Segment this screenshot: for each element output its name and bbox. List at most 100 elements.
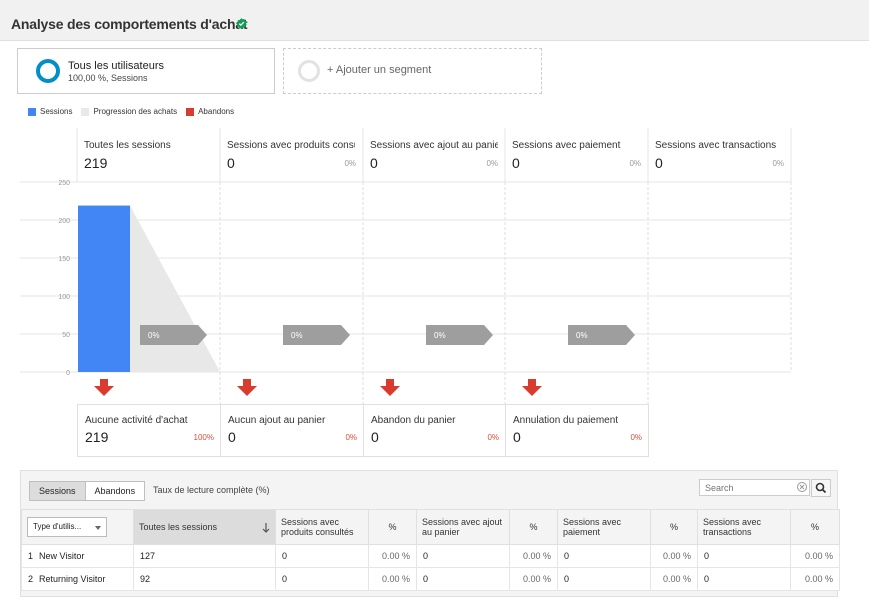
- sessions-bar: [78, 205, 130, 372]
- dropoff-pct: 100%: [193, 433, 214, 442]
- dropoff-count: 0: [228, 429, 236, 445]
- stage-header-add-to-cart[interactable]: Sessions avec ajout au panier 0 0%: [363, 128, 505, 182]
- y-tick-label: 150: [58, 256, 70, 263]
- dropoff-down-arrow-icon: [522, 379, 542, 396]
- cell: 0: [697, 544, 791, 568]
- cell: 0: [416, 544, 510, 568]
- completion-rate-link[interactable]: Taux de lecture complète (%): [153, 485, 270, 495]
- stage-header-all-sessions[interactable]: Toutes les sessions 219: [77, 128, 220, 182]
- legend-item-abandons: Abandons: [186, 107, 234, 116]
- column-header-add-to-cart[interactable]: Sessions avec ajout au panier: [416, 509, 510, 545]
- column-header-all-sessions[interactable]: Toutes les sessions: [133, 509, 276, 545]
- y-tick-label: 100: [58, 294, 70, 301]
- segment-card-all-users[interactable]: Tous les utilisateurs 100,00 %, Sessions: [17, 48, 275, 94]
- dimension-select[interactable]: Type d'utilis...: [27, 517, 107, 537]
- stage-pct: 0%: [344, 159, 356, 168]
- cell-pct: 0.00 %: [509, 544, 558, 568]
- dimension-select-label: Type d'utilis...: [33, 522, 82, 531]
- add-segment-button[interactable]: + Ajouter un segment: [283, 48, 542, 94]
- cell-pct: 0.00 %: [790, 567, 840, 591]
- cell: 0: [416, 567, 510, 591]
- row-index: 2: [28, 574, 34, 584]
- table-search-input[interactable]: [699, 479, 810, 496]
- stage-title: Sessions avec ajout au panier: [370, 140, 498, 151]
- shopping-funnel-chart: 0 50 100 150 200 250 0% 0% 0% 0% Toutes les sessi…: [20, 128, 869, 458]
- cell: 0: [275, 567, 369, 591]
- search-button[interactable]: [811, 479, 831, 497]
- column-header-pct[interactable]: %: [650, 509, 698, 545]
- conversion-arrow-label: 0%: [291, 331, 303, 340]
- stage-title: Sessions avec produits consultés: [227, 140, 355, 151]
- stage-header-transactions[interactable]: Sessions avec transactions 0 0%: [648, 128, 791, 182]
- dropoff-cart-abandonment[interactable]: Abandon du panier 0 0%: [363, 404, 505, 456]
- conversion-arrow-label: 0%: [576, 331, 588, 340]
- y-tick-label: 200: [58, 218, 70, 225]
- stage-count: 0: [655, 155, 663, 171]
- chart-legend: Sessions Progression des achats Abandons: [28, 107, 243, 116]
- column-header-checkout[interactable]: Sessions avec paiement: [557, 509, 651, 545]
- conversion-arrow-label: 0%: [434, 331, 446, 340]
- dropoff-no-shopping-activity[interactable]: Aucune activité d'achat 219 100%: [77, 404, 220, 456]
- stage-count: 0: [512, 155, 520, 171]
- cell: 0: [557, 567, 651, 591]
- column-header-product-views[interactable]: Sessions avec produits consultés: [275, 509, 369, 545]
- stage-header-product-views[interactable]: Sessions avec produits consultés 0 0%: [220, 128, 363, 182]
- tab-abandons[interactable]: Abandons: [85, 481, 146, 501]
- dropoff-title: Aucun ajout au panier: [228, 415, 326, 426]
- cell: 92: [133, 567, 276, 591]
- row-label[interactable]: Returning Visitor: [39, 574, 105, 584]
- cell: 0: [697, 567, 791, 591]
- add-segment-label: + Ajouter un segment: [327, 64, 432, 76]
- legend-swatch: [28, 107, 36, 116]
- segment-name: Tous les utilisateurs: [68, 60, 164, 72]
- page-title: Analyse des comportements d'achat: [11, 16, 248, 32]
- stage-pct: 0%: [486, 159, 498, 168]
- legend-item-progression: Progression des achats: [81, 107, 177, 116]
- dropoff-down-arrow-icon: [94, 379, 114, 396]
- column-label: Toutes les sessions: [139, 521, 218, 532]
- cell-pct: 0.00 %: [790, 544, 840, 568]
- progression-area: [130, 205, 220, 372]
- table-row: 2 Returning Visitor 92 0 0.00 % 0 0.00 % …: [21, 567, 840, 591]
- dropoff-pct: 0%: [487, 433, 499, 442]
- dropoff-down-arrow-icon: [380, 379, 400, 396]
- cell: 0: [275, 544, 369, 568]
- column-header-pct[interactable]: %: [790, 509, 840, 545]
- stage-title: Sessions avec paiement: [512, 140, 621, 151]
- empty-segment-icon: [298, 60, 320, 82]
- legend-label: Progression des achats: [93, 107, 178, 116]
- sort-arrow-down-icon: [262, 522, 270, 533]
- cell-pct: 0.00 %: [650, 567, 698, 591]
- row-dimension-cell[interactable]: 1 New Visitor: [21, 544, 134, 568]
- stage-count: 219: [84, 155, 108, 171]
- dropoff-no-cart-addition[interactable]: Aucun ajout au panier 0 0%: [220, 404, 363, 456]
- table-row: 1 New Visitor 127 0 0.00 % 0 0.00 % 0 0.0…: [21, 544, 840, 568]
- legend-swatch: [81, 107, 90, 116]
- cell: 127: [133, 544, 276, 568]
- dropoff-checkout-abandonment[interactable]: Annulation du paiement 0 0%: [505, 404, 648, 456]
- clear-search-icon[interactable]: [797, 482, 807, 492]
- legend-item-sessions: Sessions: [28, 107, 72, 116]
- stage-pct: 0%: [629, 159, 641, 168]
- segment-stat: 100,00 %, Sessions: [68, 73, 148, 83]
- stage-title: Sessions avec transactions: [655, 140, 777, 151]
- clear-x-glyph: [799, 484, 805, 490]
- cell-pct: 0.00 %: [368, 544, 417, 568]
- cell-pct: 0.00 %: [368, 567, 417, 591]
- dropoff-count: 0: [371, 429, 379, 445]
- search-icon: [815, 482, 827, 494]
- stage-count: 0: [370, 155, 378, 171]
- column-header-transactions[interactable]: Sessions avec transactions: [697, 509, 791, 545]
- column-header-pct[interactable]: %: [509, 509, 558, 545]
- dropoff-pct: 0%: [345, 433, 357, 442]
- stage-header-checkout[interactable]: Sessions avec paiement 0 0%: [505, 128, 648, 182]
- column-header-pct[interactable]: %: [368, 509, 417, 545]
- row-label[interactable]: New Visitor: [39, 551, 84, 561]
- conversion-arrow-label: 0%: [148, 331, 160, 340]
- dropoff-title: Aucune activité d'achat: [85, 415, 188, 426]
- cell: 0: [557, 544, 651, 568]
- stage-pct: 0%: [772, 159, 784, 168]
- tab-sessions[interactable]: Sessions: [29, 481, 86, 501]
- row-index: 1: [28, 551, 34, 561]
- row-dimension-cell[interactable]: 2 Returning Visitor: [21, 567, 134, 591]
